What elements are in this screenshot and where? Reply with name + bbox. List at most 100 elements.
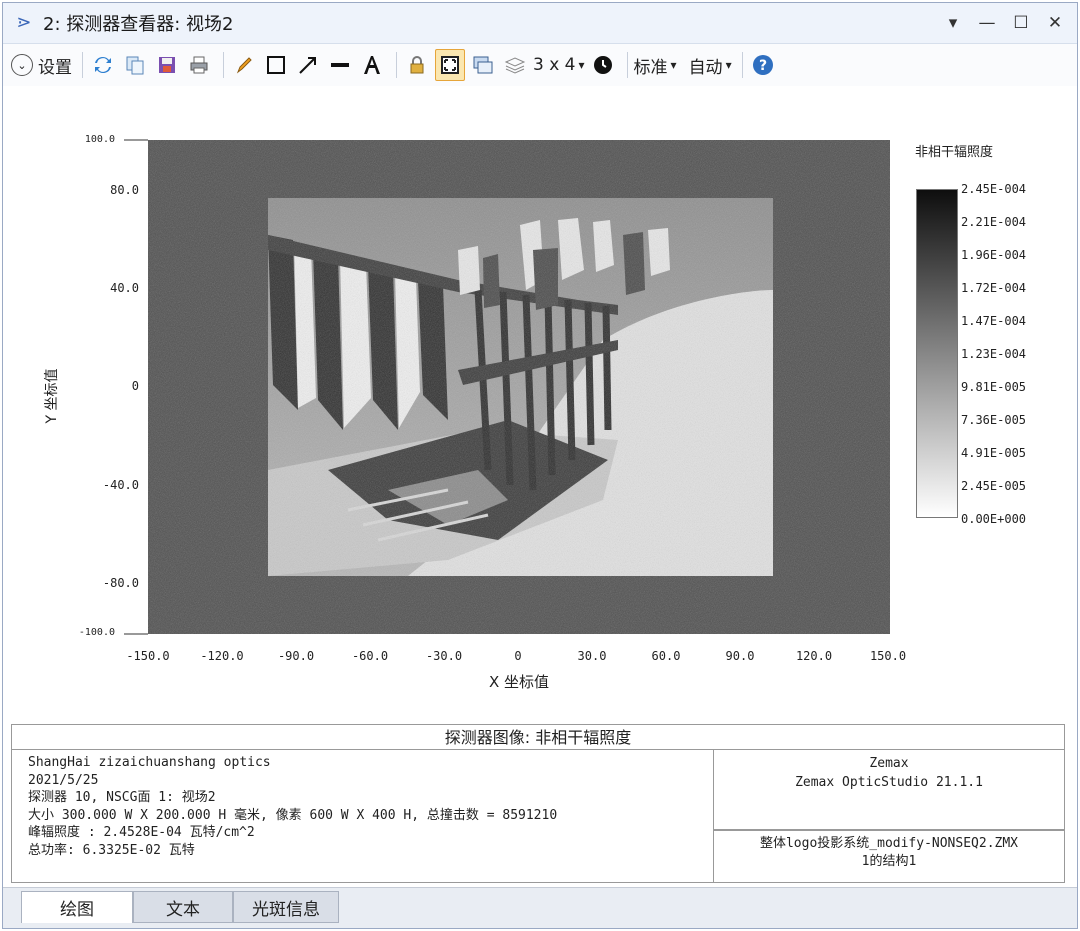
standard-label: 标准 xyxy=(633,57,668,78)
file-name: 整体logo投影系统_modify-NONSEQ2.ZMX xyxy=(759,836,1018,851)
pencil-icon xyxy=(236,57,252,74)
colorbar xyxy=(916,189,958,518)
info-line: 总功率: 6.3325E-02 瓦特 xyxy=(28,842,195,858)
window-layout-icon xyxy=(473,56,493,74)
fit-view-icon xyxy=(441,56,459,74)
refresh-button[interactable] xyxy=(89,50,117,80)
pencil-tool-button[interactable] xyxy=(230,50,258,80)
chevron-down-icon: ▾ xyxy=(670,58,677,72)
maximize-button[interactable]: ☐ xyxy=(1009,11,1033,35)
rectangle-tool-button[interactable] xyxy=(262,50,290,80)
chevron-down-icon: ▾ xyxy=(725,58,732,72)
app-icon: ⋗ xyxy=(16,12,32,33)
clock-icon xyxy=(593,56,612,74)
auto-dropdown[interactable]: 自动 ▾ xyxy=(689,50,732,80)
help-button[interactable]: ? xyxy=(749,50,777,80)
y-tick-label: -100.0 xyxy=(78,627,115,638)
x-tick-label: 90.0 xyxy=(725,649,755,663)
svg-text:?: ? xyxy=(759,58,767,74)
x-tick-label: -90.0 xyxy=(277,649,315,663)
lock-icon xyxy=(410,56,424,74)
layout-grid-dropdown[interactable]: 3 x 4 ▾ xyxy=(533,50,585,80)
standard-dropdown[interactable]: 标准 ▾ xyxy=(634,50,677,80)
layout-grid-label: 3 x 4 xyxy=(533,55,576,75)
y-tick-marks xyxy=(124,139,148,635)
product-version: Zemax OpticStudio 21.1.1 xyxy=(795,775,983,790)
line-tool-button[interactable] xyxy=(326,50,354,80)
text-icon xyxy=(364,56,380,74)
print-button[interactable] xyxy=(185,50,213,80)
tab-spot-info[interactable]: 光斑信息 xyxy=(233,891,339,923)
x-tick-label: 120.0 xyxy=(795,649,833,663)
detector-viewer-window: ⋗ 2: 探测器查看器: 视场2 ▾ — ☐ ✕ ⌄ 设置 3 x 4 ▾ 标准… xyxy=(2,2,1078,929)
colorbar-tick-label: 2.45E-005 xyxy=(961,479,1027,493)
toolbar-separator xyxy=(741,52,743,78)
toolbar-separator xyxy=(82,52,83,78)
colorbar-tick-label: 9.81E-005 xyxy=(961,380,1027,394)
title-bar: ⋗ 2: 探测器查看器: 视场2 ▾ — ☐ ✕ xyxy=(3,3,1077,44)
toolbar: ⌄ 设置 3 x 4 ▾ 标准 ▾ 自动 ▾ ? xyxy=(3,44,1077,86)
x-axis-label: X 坐标值 xyxy=(488,673,550,691)
colorbar-tick-label: 1.23E-004 xyxy=(961,347,1027,361)
copy-icon xyxy=(126,56,144,75)
x-tick-label: 60.0 xyxy=(651,649,681,663)
close-button[interactable]: ✕ xyxy=(1043,11,1067,35)
toolbar-separator xyxy=(396,52,397,78)
refresh-icon xyxy=(95,56,111,74)
auto-label: 自动 xyxy=(688,57,723,78)
line-icon xyxy=(331,63,349,67)
company-name: Zemax xyxy=(869,756,909,771)
settings-button[interactable]: ⌄ 设置 xyxy=(11,50,72,80)
minimize-button[interactable]: — xyxy=(975,11,999,35)
tab-text[interactable]: 文本 xyxy=(133,891,233,923)
x-tick-label: -150.0 xyxy=(126,649,170,663)
info-line: 2021/5/25 xyxy=(28,772,99,788)
window-controls: ▾ — ☐ ✕ xyxy=(941,3,1067,43)
colorbar-tick-label: 4.91E-005 xyxy=(961,446,1027,460)
dropdown-menu-icon[interactable]: ▾ xyxy=(941,11,965,35)
colorbar-tick-label: 0.00E+000 xyxy=(961,512,1027,526)
text-tool-button[interactable] xyxy=(358,50,386,80)
tab-plot[interactable]: 绘图 xyxy=(21,891,133,923)
colorbar-tick-label: 1.96E-004 xyxy=(961,248,1027,262)
toolbar-separator xyxy=(626,52,628,78)
lock-button[interactable] xyxy=(403,50,431,80)
colorbar-tick-label: 2.45E-004 xyxy=(961,182,1027,196)
colorbar-tick-label: 7.36E-005 xyxy=(961,413,1027,427)
settings-label: 设置 xyxy=(38,57,72,78)
window-title: 2: 探测器查看器: 视场2 xyxy=(43,14,234,35)
detector-image-plot xyxy=(148,140,890,634)
colorbar-tick-label: 2.21E-004 xyxy=(961,215,1027,229)
arrow-tool-button[interactable] xyxy=(294,50,322,80)
info-line: 大小 300.000 W X 200.000 H 毫米, 像素 600 W X … xyxy=(28,807,558,823)
x-tick-label: -60.0 xyxy=(351,649,389,663)
info-panel-product: Zemax Zemax OpticStudio 21.1.1 xyxy=(714,750,1065,830)
detector-image xyxy=(148,140,890,634)
toolbar-separator xyxy=(223,52,224,78)
chevron-down-icon: ⌄ xyxy=(11,54,33,76)
x-tick-label: 30.0 xyxy=(577,649,607,663)
save-button[interactable] xyxy=(153,50,181,80)
layers-icon xyxy=(504,57,526,74)
info-line: 峰辐照度 : 2.4528E-04 瓦特/cm^2 xyxy=(28,825,255,840)
copy-button[interactable] xyxy=(121,50,149,80)
x-tick-label: 0 xyxy=(514,649,522,663)
configuration-label: 1的结构1 xyxy=(861,854,917,869)
layers-button[interactable] xyxy=(501,50,529,80)
chevron-down-icon: ▾ xyxy=(578,58,585,72)
window-layout-button[interactable] xyxy=(469,50,497,80)
colorbar-tick-label: 1.47E-004 xyxy=(961,314,1027,328)
help-icon: ? xyxy=(752,55,773,75)
x-tick-label: -30.0 xyxy=(425,649,463,663)
info-line: ShangHai zizaichuanshang optics xyxy=(28,755,271,770)
tab-bar: 绘图 文本 光斑信息 xyxy=(3,887,1077,928)
x-tick-label: -120.0 xyxy=(200,649,244,663)
fit-view-button[interactable] xyxy=(435,49,465,81)
info-line: 探测器 10, NSCG面 1: 视场2 xyxy=(28,790,216,805)
save-icon xyxy=(159,57,175,73)
info-panel-title: 探测器图像: 非相干辐照度 xyxy=(11,724,1065,750)
arrow-icon xyxy=(299,57,316,74)
print-icon xyxy=(190,56,208,74)
history-button[interactable] xyxy=(589,50,617,80)
rectangle-icon xyxy=(267,56,285,74)
